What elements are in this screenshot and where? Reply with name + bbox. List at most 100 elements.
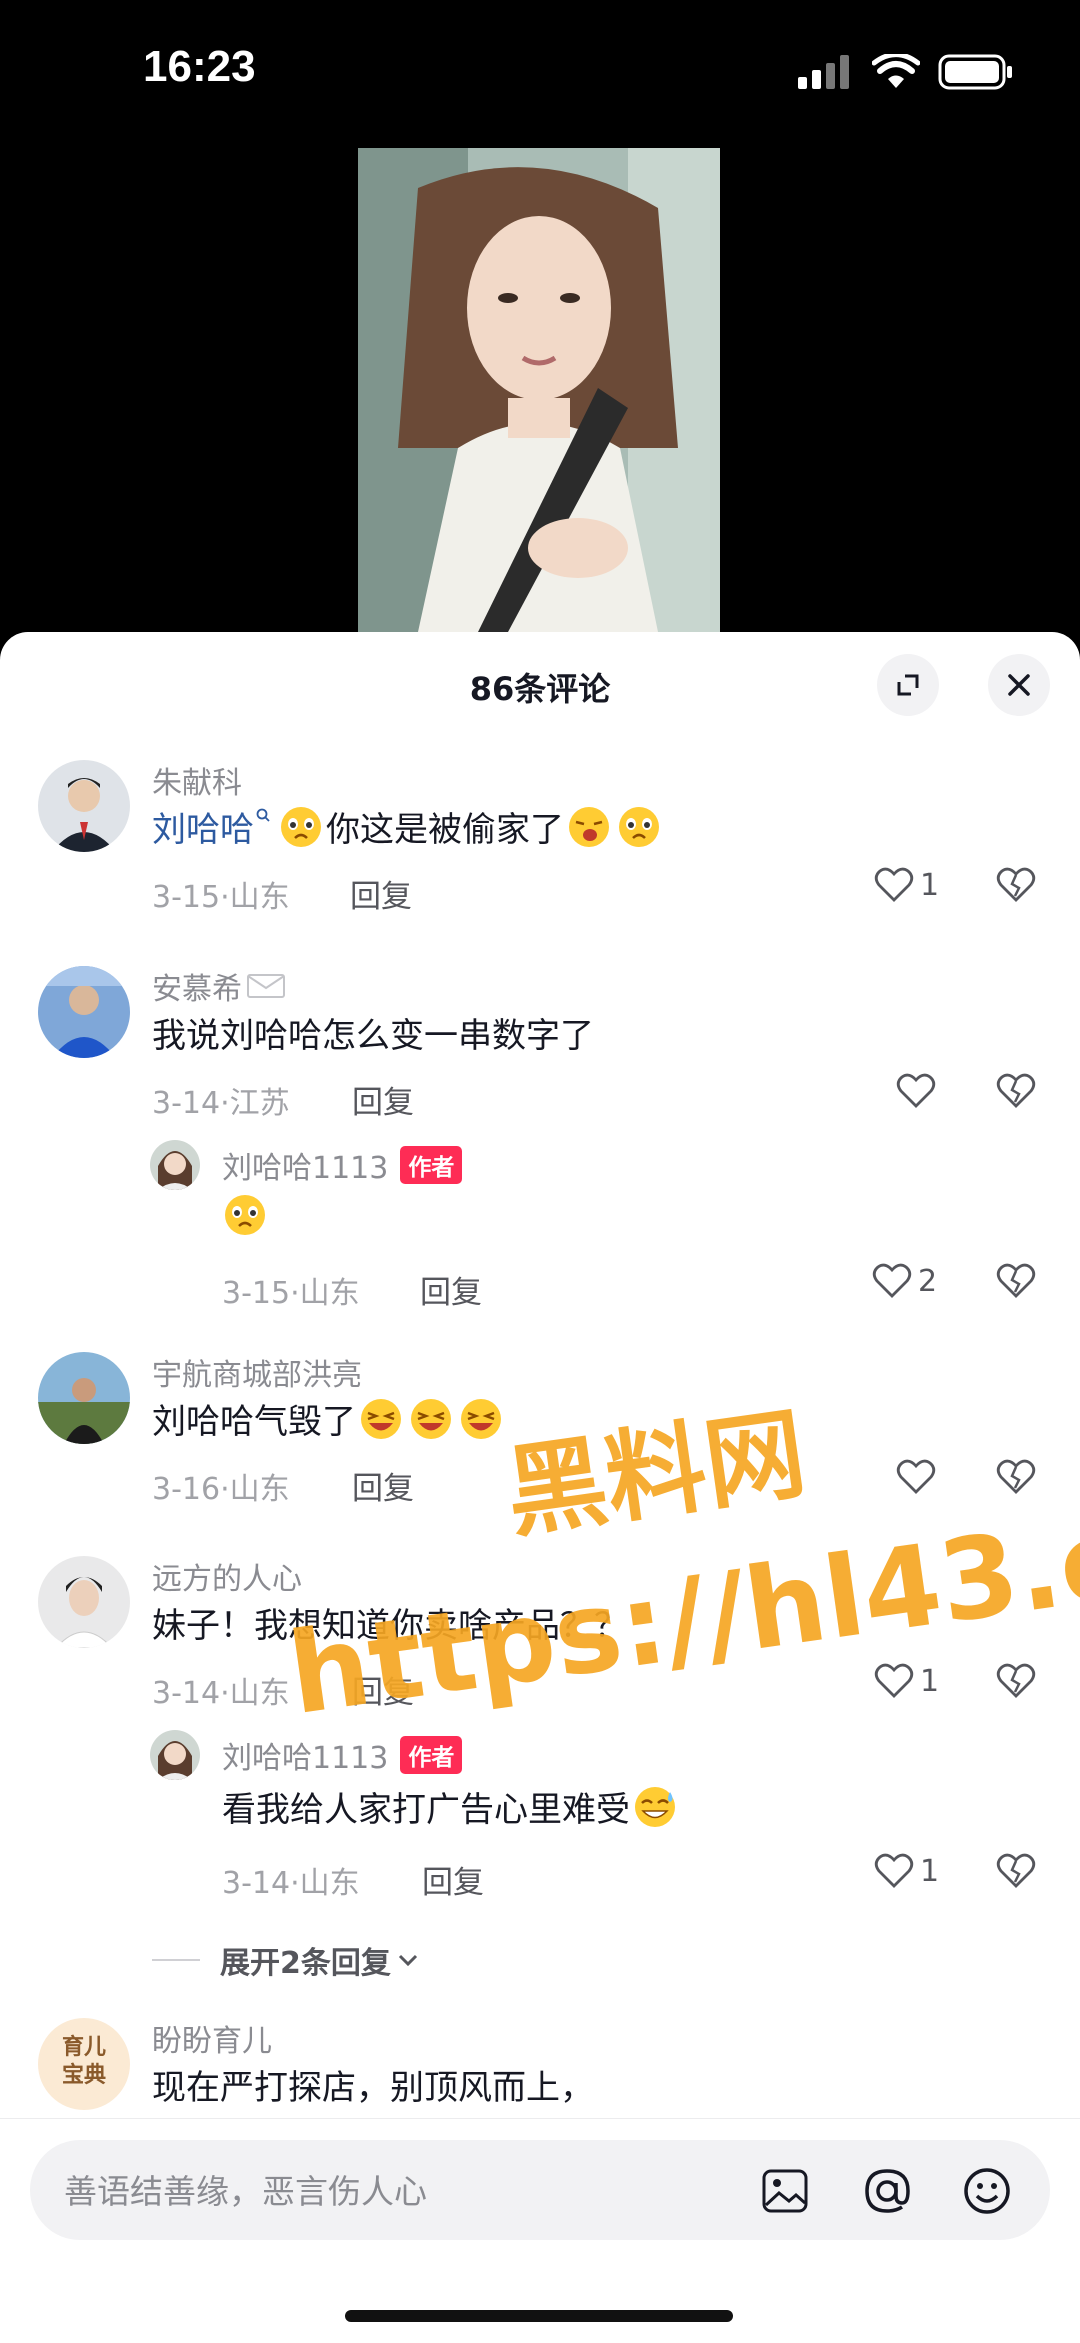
comment-input-container[interactable] — [30, 2140, 1050, 2240]
comment-location: 山东 — [299, 1276, 360, 1311]
status-icons — [798, 52, 1014, 94]
comment-text: 妹子！我想知道你卖啥产品？？ — [152, 1606, 628, 1646]
dislike-button[interactable] — [996, 1852, 1036, 1894]
comment-meta: 3-16·山东 — [152, 1472, 290, 1507]
mail-icon — [247, 974, 285, 998]
comment-username[interactable]: 朱献科 — [152, 758, 242, 802]
comment-username[interactable]: 盼盼育儿 — [152, 2016, 272, 2060]
avatar[interactable]: 育儿宝典 — [38, 2018, 130, 2110]
video-player[interactable] — [358, 148, 720, 632]
reply-button[interactable]: 回复 — [350, 871, 412, 916]
comment-item: 朱献科 刘哈哈 你这是被偷家了 3-15·山东 回复 1 — [0, 760, 1080, 960]
comment-date: 3-14 — [152, 1086, 221, 1121]
heart-icon — [872, 1263, 912, 1298]
heart-icon — [896, 1073, 936, 1108]
expand-button[interactable] — [877, 654, 939, 716]
comment-location: 山东 — [299, 1866, 360, 1901]
divider — [152, 1959, 200, 1961]
broken-heart-icon — [996, 1073, 1036, 1108]
like-count: 1 — [920, 1853, 940, 1889]
like-button[interactable]: 2 — [872, 1262, 937, 1300]
reply-button[interactable]: 回复 — [352, 1667, 414, 1712]
heart-icon — [874, 1853, 914, 1888]
avatar[interactable] — [150, 1140, 200, 1190]
comment-date: 3-15 — [152, 880, 221, 915]
image-button[interactable] — [760, 2166, 810, 2216]
smiley-icon — [964, 2168, 1010, 2214]
comment-meta: 3-14·江苏 — [152, 1086, 290, 1121]
emoji-button[interactable] — [962, 2166, 1012, 2216]
chevron-down-icon — [398, 1954, 417, 1967]
close-icon — [1008, 674, 1030, 696]
like-count: 1 — [920, 867, 940, 903]
comment-item: 安慕希 我说刘哈哈怎么变一串数字了 3-14·江苏 回复 — [0, 966, 1080, 1166]
like-count: 2 — [918, 1263, 938, 1299]
avatar[interactable] — [38, 966, 130, 1058]
dislike-button[interactable] — [996, 866, 1036, 908]
comment-meta: 3-14·山东 — [152, 1676, 290, 1711]
reply-button[interactable]: 回复 — [420, 1267, 482, 1312]
comment-username[interactable]: 刘哈哈1113 作者 — [222, 1143, 463, 1187]
comment-date: 3-16 — [152, 1472, 221, 1507]
comment-text: 现在严打探店，别顶风而上， — [152, 2068, 594, 2108]
reply-item: 刘哈哈1113 作者 3-15·山东 回复 2 — [0, 1140, 1080, 1330]
avatar[interactable] — [38, 760, 130, 852]
comment-input[interactable] — [62, 2162, 746, 2220]
reply-item: 刘哈哈1113 作者 看我给人家打广告心里难受 3-14·山东 回复 1 — [0, 1730, 1080, 1920]
reply-button[interactable]: 回复 — [352, 1077, 414, 1122]
broken-heart-icon — [996, 1459, 1036, 1494]
dislike-button[interactable] — [996, 1262, 1036, 1304]
comment-date: 3-15 — [222, 1276, 291, 1311]
broken-heart-icon — [996, 1663, 1036, 1698]
at-icon — [865, 2169, 910, 2213]
comment-username[interactable]: 安慕希 — [152, 964, 286, 1008]
reply-button[interactable]: 回复 — [352, 1463, 414, 1508]
close-button[interactable] — [988, 654, 1050, 716]
crying-emoji-icon — [281, 806, 321, 847]
search-icon[interactable] — [256, 808, 270, 828]
wifi-icon — [871, 52, 921, 94]
dislike-button[interactable] — [996, 1458, 1036, 1500]
sheet-header: 86条评论 — [0, 632, 1080, 732]
avatar[interactable] — [150, 1730, 200, 1780]
status-time: 16:23 — [143, 42, 256, 91]
divider — [0, 2118, 1080, 2119]
comment-location: 山东 — [229, 1676, 290, 1711]
comment-meta: 3-15·山东 — [222, 1276, 360, 1311]
comment-date: 3-14 — [222, 1866, 291, 1901]
comment-username[interactable]: 宇航商城部洪亮 — [152, 1350, 362, 1394]
comment-username[interactable]: 刘哈哈1113 作者 — [222, 1733, 463, 1777]
like-count: 1 — [920, 1663, 940, 1699]
dislike-button[interactable] — [996, 1072, 1036, 1114]
comment-location: 江苏 — [229, 1086, 290, 1121]
like-button[interactable]: 1 — [874, 1662, 939, 1700]
dislike-button[interactable] — [996, 1662, 1036, 1704]
comment-body: 你这是被偷家了 — [326, 810, 564, 850]
expand-replies-button[interactable]: 展开2条回复 — [152, 1938, 421, 1982]
comment-username[interactable]: 远方的人心 — [152, 1554, 302, 1598]
mention-button[interactable] — [862, 2166, 912, 2216]
heart-icon — [896, 1459, 936, 1494]
sweat-smile-emoji-icon — [635, 1786, 675, 1827]
comment-date: 3-14 — [152, 1676, 221, 1711]
signal-icon — [798, 55, 854, 93]
comment-body: 刘哈哈气毁了 — [152, 1402, 356, 1442]
expand-icon — [897, 674, 919, 696]
heart-icon — [874, 1663, 914, 1698]
reply-button[interactable]: 回复 — [422, 1857, 484, 1902]
like-button[interactable] — [896, 1072, 942, 1110]
like-button[interactable]: 1 — [874, 866, 939, 904]
like-button[interactable] — [896, 1458, 942, 1496]
home-indicator — [345, 2310, 733, 2322]
comment-text: 刘哈哈 你这是被偷家了 — [152, 802, 664, 851]
avatar[interactable] — [38, 1352, 130, 1444]
comment-meta: 3-14·山东 — [222, 1866, 360, 1901]
broken-heart-icon — [996, 1263, 1036, 1298]
comment-text: 我说刘哈哈怎么变一串数字了 — [152, 1016, 594, 1056]
like-button[interactable]: 1 — [874, 1852, 939, 1890]
laughing-emoji-icon — [361, 1398, 401, 1439]
comment-location: 山东 — [229, 880, 290, 915]
laughing-emoji-icon — [411, 1398, 451, 1439]
avatar[interactable] — [38, 1556, 130, 1648]
mention-link[interactable]: 刘哈哈 — [152, 802, 254, 851]
